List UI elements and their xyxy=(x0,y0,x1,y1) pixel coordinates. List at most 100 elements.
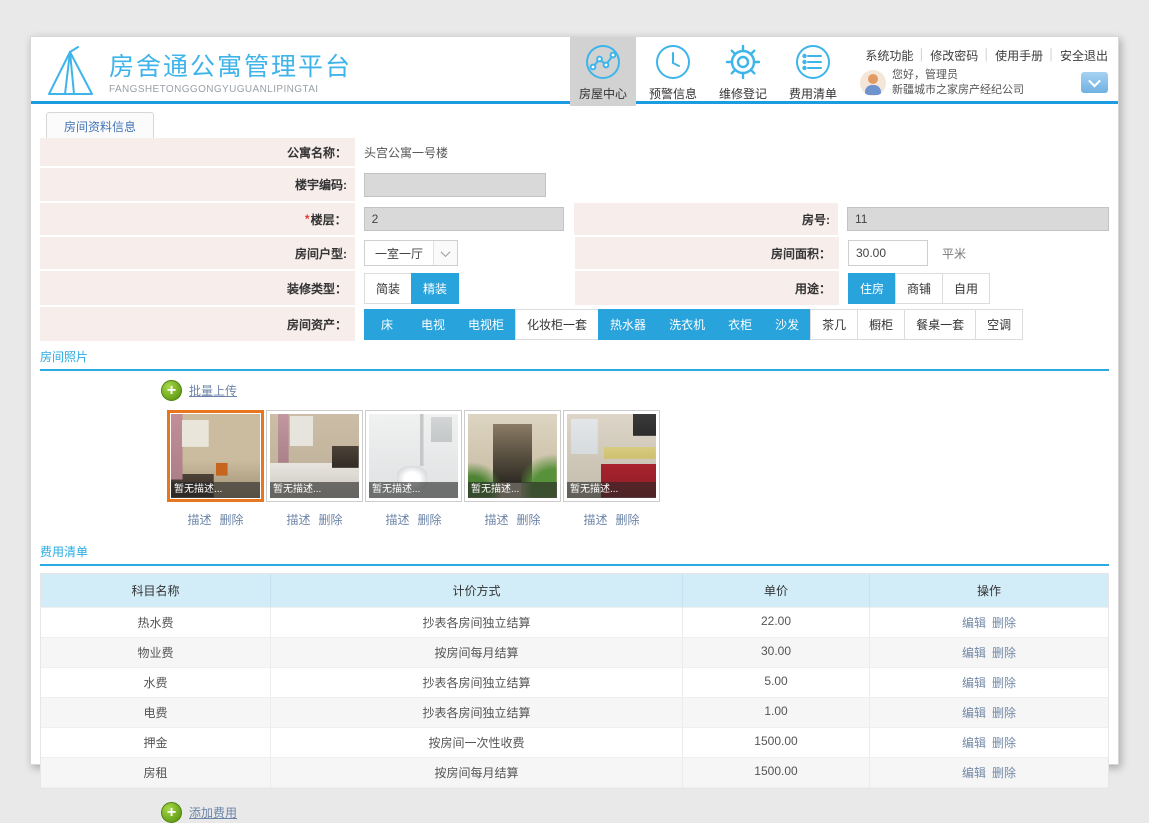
photo-delete-link[interactable]: 删除 xyxy=(319,511,343,528)
photo-delete-link[interactable]: 删除 xyxy=(418,511,442,528)
room-no-label: 房号: xyxy=(574,203,839,235)
area-unit-label: 平米 xyxy=(942,246,967,261)
nav-item-warning-info[interactable]: 预警信息 xyxy=(640,37,706,106)
asset-dining-table-set[interactable]: 餐桌一套 xyxy=(904,308,977,340)
photo-desc-link[interactable]: 描述 xyxy=(484,511,508,528)
floor-field[interactable] xyxy=(363,207,564,231)
decoration-option-simple[interactable]: 简装 xyxy=(364,272,413,304)
fee-method: 按房间每月结算 xyxy=(271,758,683,787)
fee-method: 抄表各房间独立结算 xyxy=(271,698,683,727)
fees-section-title: 费用清单 xyxy=(40,545,89,559)
asset-wardrobe[interactable]: 衣柜 xyxy=(716,308,765,340)
edit-link[interactable]: 编辑 xyxy=(962,614,986,631)
fee-name: 热水费 xyxy=(41,608,271,637)
avatar xyxy=(860,69,886,96)
delete-link[interactable]: 删除 xyxy=(992,644,1016,661)
photo-caption: 暂无描述... xyxy=(270,482,359,498)
delete-link[interactable]: 删除 xyxy=(992,734,1016,751)
edit-link[interactable]: 编辑 xyxy=(962,644,986,661)
asset-washing-machine[interactable]: 洗衣机 xyxy=(657,308,718,340)
fee-table: 科目名称 计价方式 单价 操作 热水费 抄表各房间独立结算 22.00 编辑 删除… xyxy=(40,573,1109,789)
usage-option-self-use[interactable]: 自用 xyxy=(942,272,991,304)
room-no-field[interactable] xyxy=(847,207,1110,231)
nav-label: 房屋中心 xyxy=(578,86,627,101)
batch-upload-link[interactable]: 批量上传 xyxy=(189,382,237,399)
room-type-select[interactable]: 一室一厅 xyxy=(364,240,459,266)
usage-options: 住房 商铺 自用 xyxy=(848,272,991,304)
room-area-label: 房间面积： xyxy=(575,237,839,269)
chart-circle-icon xyxy=(586,44,620,79)
asset-tea-table[interactable]: 茶几 xyxy=(810,308,859,340)
tab-bar: 房间资料信息 xyxy=(31,104,1118,142)
photo-delete-link[interactable]: 删除 xyxy=(616,511,640,528)
select-chevron-icon xyxy=(433,241,458,265)
photo-desc-link[interactable]: 描述 xyxy=(385,511,409,528)
link-change-password[interactable]: 修改密码 xyxy=(930,47,978,64)
room-type-value: 一室一厅 xyxy=(375,246,424,261)
link-system-functions[interactable]: 系统功能 xyxy=(865,47,913,64)
building-code-field[interactable] xyxy=(364,172,546,197)
living-room-photo[interactable]: 暂无描述... xyxy=(167,410,264,502)
empty-room-photo[interactable]: 暂无描述... xyxy=(266,410,363,502)
photos-section-underline xyxy=(40,369,1109,371)
batch-upload[interactable]: + 批量上传 xyxy=(161,380,1118,401)
delete-link[interactable]: 删除 xyxy=(992,674,1016,691)
fee-price: 5.00 xyxy=(683,668,870,697)
greeting-text: 您好，管理员 xyxy=(892,68,958,81)
delete-link[interactable]: 删除 xyxy=(992,764,1016,781)
photo-caption: 暂无描述... xyxy=(567,482,656,498)
decoration-options: 简装 精装 xyxy=(364,272,460,304)
asset-sofa[interactable]: 沙发 xyxy=(763,308,812,340)
add-fee-link[interactable]: 添加费用 xyxy=(189,804,237,821)
fee-method: 抄表各房间独立结算 xyxy=(271,668,683,697)
fee-price: 1500.00 xyxy=(683,728,870,757)
asset-water-heater[interactable]: 热水器 xyxy=(598,308,659,340)
delete-link[interactable]: 删除 xyxy=(992,704,1016,721)
asset-dresser-set[interactable]: 化妆柜一套 xyxy=(515,308,600,340)
edit-link[interactable]: 编辑 xyxy=(962,764,986,781)
assets-label: 房间资产： xyxy=(40,307,355,341)
link-user-manual[interactable]: 使用手册 xyxy=(995,47,1043,64)
asset-bed[interactable]: 床 xyxy=(364,308,410,340)
chevron-down-button[interactable] xyxy=(1081,72,1108,93)
photo-desc-link[interactable]: 描述 xyxy=(187,511,211,528)
usage-option-residence[interactable]: 住房 xyxy=(848,272,897,304)
photo-item: 暂无描述... 描述 删除 xyxy=(563,410,660,528)
delete-link[interactable]: 删除 xyxy=(992,614,1016,631)
asset-options: 床 电视 电视柜 化妆柜一套 热水器 洗衣机 衣柜 沙发 茶几 橱柜 餐桌一套 … xyxy=(364,308,1024,340)
photo-desc-link[interactable]: 描述 xyxy=(286,511,310,528)
nav-item-repair-register[interactable]: 维修登记 xyxy=(710,37,776,106)
asset-cupboard[interactable]: 橱柜 xyxy=(857,308,906,340)
photo-caption: 暂无描述... xyxy=(369,482,458,498)
col-operations: 操作 xyxy=(976,584,1001,598)
bathroom-photo[interactable]: 暂无描述... xyxy=(365,410,462,502)
fee-name: 房租 xyxy=(41,758,271,787)
photo-delete-link[interactable]: 删除 xyxy=(220,511,244,528)
nav-item-fee-list[interactable]: 费用清单 xyxy=(780,37,846,106)
asset-tv[interactable]: 电视 xyxy=(409,308,458,340)
edit-link[interactable]: 编辑 xyxy=(962,674,986,691)
usage-option-shop[interactable]: 商铺 xyxy=(895,272,944,304)
edit-link[interactable]: 编辑 xyxy=(962,704,986,721)
fee-table-header: 科目名称 计价方式 单价 操作 xyxy=(41,574,1108,608)
room-area-field[interactable] xyxy=(848,240,928,266)
hallway-photo[interactable]: 暂无描述... xyxy=(464,410,561,502)
decoration-option-refined[interactable]: 精装 xyxy=(411,272,460,304)
logo: 房舍通公寓管理平台 FANGSHETONGGONGYUGUANLIPINGTAI xyxy=(45,45,352,97)
asset-air-conditioner[interactable]: 空调 xyxy=(975,308,1024,340)
asset-tv-cabinet[interactable]: 电视柜 xyxy=(456,308,517,340)
kitchen-photo[interactable]: 暂无描述... xyxy=(563,410,660,502)
clock-icon xyxy=(656,44,690,79)
add-fee[interactable]: + 添加费用 xyxy=(161,802,1118,823)
edit-link[interactable]: 编辑 xyxy=(962,734,986,751)
fee-price: 30.00 xyxy=(683,638,870,667)
fee-name: 物业费 xyxy=(41,638,271,667)
fee-method: 按房间一次性收费 xyxy=(271,728,683,757)
photo-desc-link[interactable]: 描述 xyxy=(583,511,607,528)
nav-item-house-center[interactable]: 房屋中心 xyxy=(570,36,636,106)
decoration-label: 装修类型： xyxy=(40,271,355,305)
header-right: 系统功能 │ 修改密码 │ 使用手册 │ 安全退出 您好，管理员 新疆城市之家房产经纪公司 xyxy=(860,45,1108,98)
nav-label: 维修登记 xyxy=(718,86,767,101)
link-safe-logout[interactable]: 安全退出 xyxy=(1060,47,1108,64)
photo-delete-link[interactable]: 删除 xyxy=(517,511,541,528)
